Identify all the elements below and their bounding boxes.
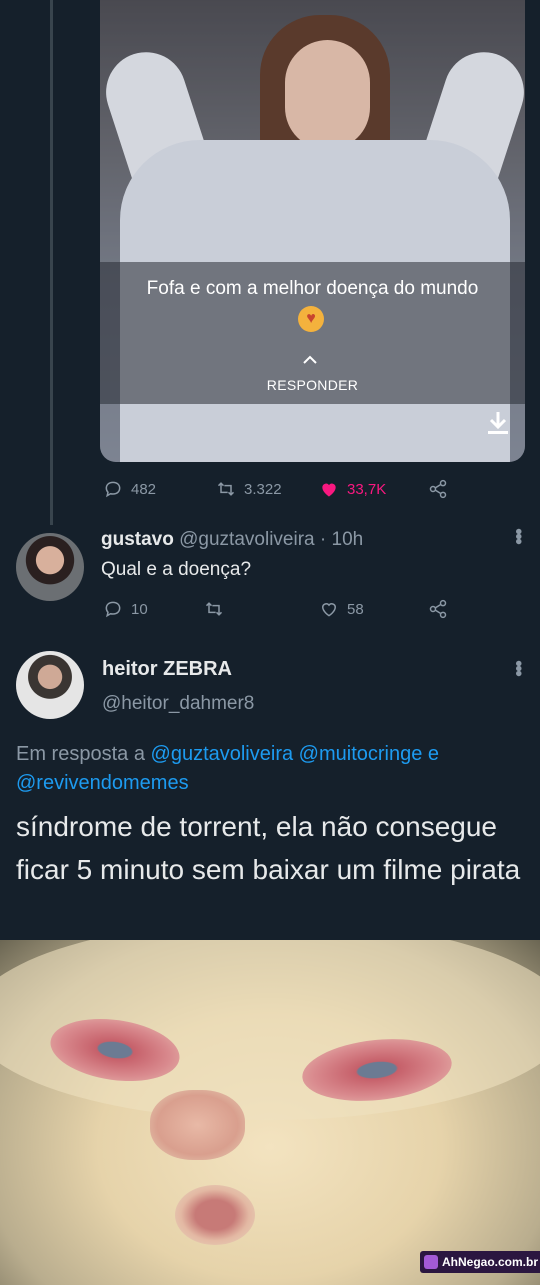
smiling-face-with-hearts-icon: ♥: [298, 306, 324, 332]
avatar-gustavo[interactable]: [16, 533, 84, 601]
like-count: 58: [347, 600, 364, 618]
heart-outline-icon: [321, 603, 337, 617]
retweet-button[interactable]: [204, 596, 224, 622]
mention-conjunction: e: [427, 743, 440, 765]
heart-filled-icon: [322, 483, 336, 497]
reply-count: 10: [131, 600, 148, 618]
ahnegao-logo-icon: [424, 1255, 438, 1269]
media-person-face: [285, 40, 370, 150]
like-button[interactable]: 58: [319, 596, 364, 622]
cat-nose: [150, 1090, 245, 1160]
reply-count: 482: [131, 480, 157, 498]
author-name-row: heitor ZEBRA: [102, 658, 232, 681]
author-name[interactable]: heitor ZEBRA: [102, 658, 232, 680]
reply-icon: [105, 601, 121, 618]
cat-mouth: [175, 1185, 255, 1245]
watermark-text: AhNegao.com.br: [442, 1255, 539, 1269]
separator-dot: ·: [319, 529, 327, 550]
more-options-icon[interactable]: •••: [506, 660, 529, 675]
tweet-time[interactable]: 10h: [332, 529, 364, 550]
author-handle[interactable]: @heitor_dahmer8: [102, 693, 254, 715]
share-icon: [429, 479, 447, 499]
tweet-video-media[interactable]: Fofa e com a melhor doença do mundo ♥ RE…: [100, 0, 525, 462]
retweet-count: 3.322: [244, 480, 282, 498]
avatar-heitor[interactable]: [16, 651, 84, 719]
reply-text: Qual e a doença?: [101, 559, 252, 580]
replying-to-line: Em resposta a @guztavoliveira @muitocrin…: [16, 740, 521, 798]
retweet-icon: [205, 602, 223, 616]
retweet-icon: [217, 482, 235, 496]
reply-action-bar: 10 58: [100, 596, 460, 622]
story-caption-text: Fofa e com a melhor doença do mundo: [146, 278, 479, 299]
like-count: 33,7K: [347, 480, 387, 498]
retweet-button[interactable]: 3.322: [216, 476, 282, 502]
twitter-thread: Fofa e com a melhor doença do mundo ♥ RE…: [0, 0, 540, 940]
share-button[interactable]: [428, 596, 448, 622]
author-handle[interactable]: @guztavoliveira: [179, 529, 314, 550]
author-name[interactable]: gustavo: [101, 529, 174, 550]
watermark: AhNegao.com.br: [420, 1251, 540, 1273]
tweet-action-bar: 482 3.322 33,7K: [100, 476, 460, 502]
more-options-icon[interactable]: •••: [506, 528, 529, 543]
mention-link[interactable]: @muitocringe: [299, 743, 423, 765]
share-button[interactable]: [428, 476, 448, 502]
like-button[interactable]: 33,7K: [319, 476, 386, 502]
thread-connector-line: [50, 0, 53, 525]
reply-button[interactable]: 482: [103, 476, 156, 502]
download-icon[interactable]: [486, 410, 510, 436]
tweet-text: síndrome de torrent, ela não consegue fi…: [16, 811, 521, 885]
share-icon: [429, 599, 447, 619]
reply-header: gustavo @guztavoliveira · 10h: [101, 529, 363, 551]
story-reply-label[interactable]: RESPONDER: [100, 377, 525, 393]
chevron-up-icon: [300, 352, 320, 368]
replying-to-prefix: Em resposta a: [16, 743, 145, 765]
mention-link[interactable]: @revivendomemes: [16, 772, 189, 794]
reply-icon: [105, 481, 121, 498]
mention-link[interactable]: @guztavoliveira: [151, 743, 294, 765]
reply-button[interactable]: 10: [103, 596, 148, 622]
crying-cat-meme-image: [0, 940, 540, 1285]
